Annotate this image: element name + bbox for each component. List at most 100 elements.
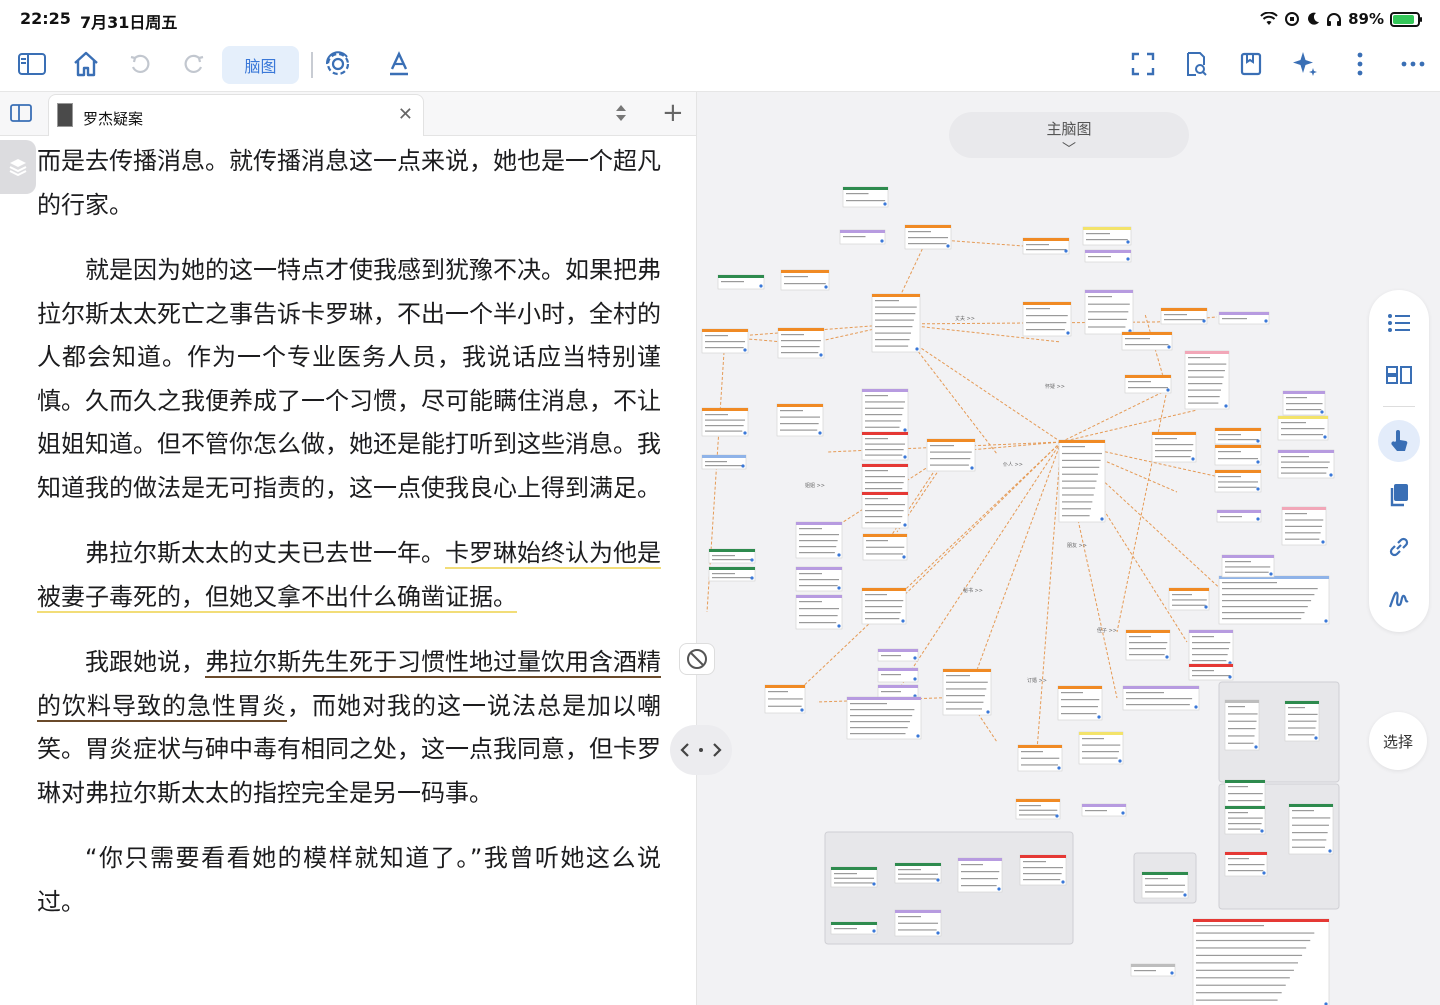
- mindmap-node[interactable]: [1124, 374, 1172, 394]
- mindmap-node[interactable]: [1218, 575, 1330, 625]
- mindmap-node[interactable]: [861, 431, 909, 461]
- mindmap-node[interactable]: [1224, 851, 1268, 877]
- mindmap-node[interactable]: [1019, 854, 1067, 886]
- mindmap-node[interactable]: [1078, 731, 1124, 765]
- mindmap-node[interactable]: [701, 454, 747, 470]
- search-doc-icon[interactable]: [1178, 46, 1214, 82]
- mindmap-node[interactable]: [1277, 415, 1329, 441]
- mindmap-node[interactable]: [1084, 249, 1132, 263]
- mindmap-node[interactable]: [717, 274, 765, 290]
- mindmap-node[interactable]: [1081, 803, 1127, 817]
- mindmap-node[interactable]: [1017, 744, 1063, 772]
- mindmap-node[interactable]: [701, 328, 749, 354]
- sort-icon[interactable]: [614, 102, 634, 126]
- mindmap-node[interactable]: [1015, 798, 1061, 820]
- list-icon[interactable]: [1384, 308, 1414, 338]
- mindmap-node[interactable]: [1184, 350, 1230, 410]
- mindmap-node[interactable]: [1130, 963, 1176, 977]
- home-icon[interactable]: [68, 46, 104, 82]
- relation-line[interactable]: [1116, 389, 1168, 633]
- mindmap-node[interactable]: [795, 521, 843, 559]
- mindmap-node[interactable]: [877, 648, 919, 662]
- mindmap-node[interactable]: [830, 866, 878, 888]
- mindmap-node[interactable]: [861, 587, 907, 625]
- mindmap-node[interactable]: [861, 491, 909, 529]
- mindmap-node[interactable]: [708, 566, 756, 582]
- hand-pointer-icon[interactable]: [1384, 426, 1414, 456]
- mindmap-node[interactable]: [1058, 439, 1106, 523]
- mindmap-node[interactable]: [777, 327, 825, 359]
- bookmark-icon[interactable]: [1233, 46, 1269, 82]
- mindmap-switcher[interactable]: 主脑图 ﹀: [949, 112, 1189, 158]
- mindmap-node[interactable]: [1214, 444, 1262, 466]
- relation-line[interactable]: [966, 441, 1062, 698]
- mindmap-node[interactable]: [1224, 699, 1260, 751]
- mindmap-node[interactable]: [1282, 390, 1326, 416]
- mindmap-node[interactable]: [1281, 506, 1327, 546]
- mindmap-node[interactable]: [942, 668, 992, 716]
- ban-icon[interactable]: [679, 643, 715, 675]
- mindmap-button[interactable]: 脑图: [222, 46, 299, 84]
- mindmap-node[interactable]: [1141, 871, 1189, 899]
- link-icon[interactable]: [1384, 532, 1414, 562]
- more-vertical-icon[interactable]: [1342, 46, 1378, 82]
- underlined-name[interactable]: 弗拉尔斯先生: [205, 648, 349, 678]
- mindmap-node[interactable]: [1084, 289, 1134, 335]
- redo-icon[interactable]: [176, 46, 212, 82]
- pen-icon[interactable]: [1384, 584, 1414, 614]
- mindmap-node[interactable]: [701, 407, 749, 437]
- mindmap-node[interactable]: [1277, 449, 1335, 479]
- mindmap-node[interactable]: [1168, 587, 1210, 611]
- mindmap-node[interactable]: [904, 224, 952, 250]
- mindmap-node[interactable]: [842, 186, 889, 208]
- copy-icon[interactable]: [1384, 480, 1414, 510]
- document-tab[interactable]: 罗杰疑案 ✕: [48, 94, 424, 136]
- mindmap-node[interactable]: [1284, 700, 1320, 742]
- more-horizontal-icon[interactable]: [1395, 46, 1431, 82]
- mindmap-node[interactable]: [1022, 301, 1072, 337]
- mindmap-node[interactable]: [1151, 431, 1197, 463]
- layers-icon[interactable]: [0, 140, 36, 194]
- mindmap-node[interactable]: [764, 684, 806, 714]
- split-sidebar-icon[interactable]: [10, 104, 32, 122]
- split-resize-handle[interactable]: [670, 725, 732, 775]
- layout-icon[interactable]: [1384, 360, 1414, 390]
- close-icon[interactable]: ✕: [398, 104, 413, 125]
- mindmap-node[interactable]: [1188, 663, 1234, 681]
- relation-line[interactable]: [896, 441, 1062, 693]
- mindmap-node[interactable]: [957, 857, 1003, 893]
- mindmap-node[interactable]: [776, 403, 824, 437]
- relation-line[interactable]: [896, 331, 1062, 443]
- relation-line[interactable]: [1036, 441, 1062, 751]
- mindmap-node[interactable]: [894, 862, 942, 884]
- mindmap-node[interactable]: [1214, 469, 1262, 493]
- mindmap-node[interactable]: [862, 533, 908, 561]
- mindmap-node[interactable]: [1218, 311, 1270, 325]
- mindmap-node[interactable]: [1224, 805, 1266, 835]
- mindmap-node[interactable]: [1288, 803, 1334, 855]
- mindmap-node[interactable]: [1121, 331, 1173, 351]
- mindmap-node[interactable]: [861, 388, 909, 434]
- mindmap-node[interactable]: [1216, 509, 1262, 523]
- mindmap-node[interactable]: [1122, 685, 1200, 711]
- mindmap-settings-icon[interactable]: [320, 46, 356, 82]
- mindmap-node[interactable]: [708, 548, 756, 564]
- mindmap-node[interactable]: [871, 293, 921, 353]
- mindmap-node[interactable]: [780, 269, 830, 291]
- undo-icon[interactable]: [122, 46, 158, 82]
- mindmap-node[interactable]: [795, 566, 843, 592]
- sparkle-icon[interactable]: [1287, 46, 1323, 82]
- mindmap-node[interactable]: [1188, 629, 1234, 667]
- fullscreen-icon[interactable]: [1125, 46, 1161, 82]
- relation-line[interactable]: [1060, 389, 1168, 443]
- mindmap-node[interactable]: [1221, 554, 1275, 578]
- select-button[interactable]: 选择: [1369, 712, 1427, 770]
- mindmap-node[interactable]: [1160, 307, 1208, 325]
- mindmap-node[interactable]: [1192, 918, 1330, 1005]
- mindmap-node[interactable]: [1082, 226, 1132, 246]
- mindmap-node[interactable]: [1214, 427, 1262, 445]
- sidebar-icon[interactable]: [14, 46, 50, 82]
- mindmap-node[interactable]: [846, 696, 922, 740]
- mindmap-node[interactable]: [839, 229, 886, 245]
- mindmap-node[interactable]: [830, 921, 878, 935]
